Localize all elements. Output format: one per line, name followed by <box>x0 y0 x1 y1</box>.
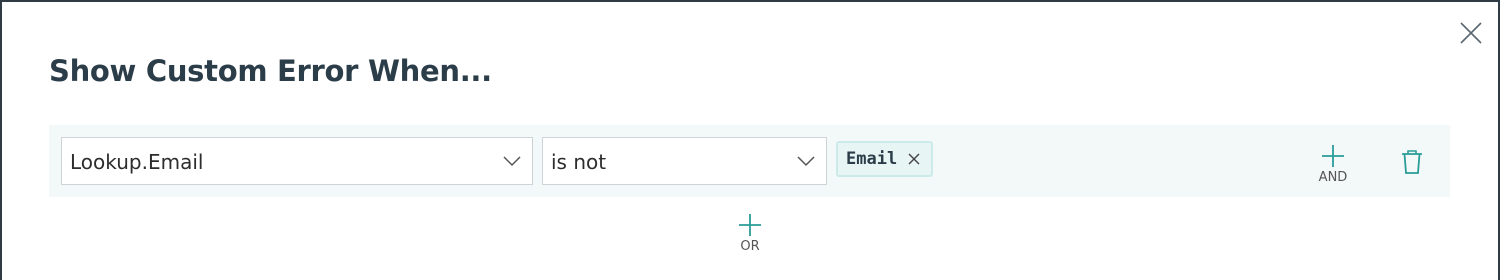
value-tag: Email <box>836 141 934 177</box>
close-icon <box>1460 22 1482 44</box>
or-label: OR <box>740 239 760 254</box>
add-or-condition-button[interactable]: OR <box>730 212 770 254</box>
field-select-value: Lookup.Email <box>70 150 204 174</box>
value-tag-label: Email <box>846 149 898 169</box>
field-select[interactable]: Lookup.Email <box>61 137 533 185</box>
plus-icon <box>739 214 761 236</box>
chevron-down-icon <box>797 156 815 167</box>
remove-tag-icon[interactable] <box>907 152 921 166</box>
operator-select-value: is not <box>551 150 607 174</box>
and-label: AND <box>1318 170 1348 185</box>
delete-condition-button[interactable] <box>1401 149 1423 175</box>
trash-icon <box>1402 150 1422 174</box>
operator-select[interactable]: is not <box>542 137 827 185</box>
close-button[interactable] <box>1458 20 1484 46</box>
plus-icon <box>1322 145 1344 167</box>
chevron-down-icon <box>503 156 521 167</box>
custom-error-dialog: Show Custom Error When... Lookup.Email i… <box>2 2 1498 280</box>
add-and-condition-button[interactable]: AND <box>1313 143 1353 185</box>
dialog-title: Show Custom Error When... <box>49 54 492 88</box>
condition-row: Lookup.Email is not Email AND <box>49 125 1450 197</box>
